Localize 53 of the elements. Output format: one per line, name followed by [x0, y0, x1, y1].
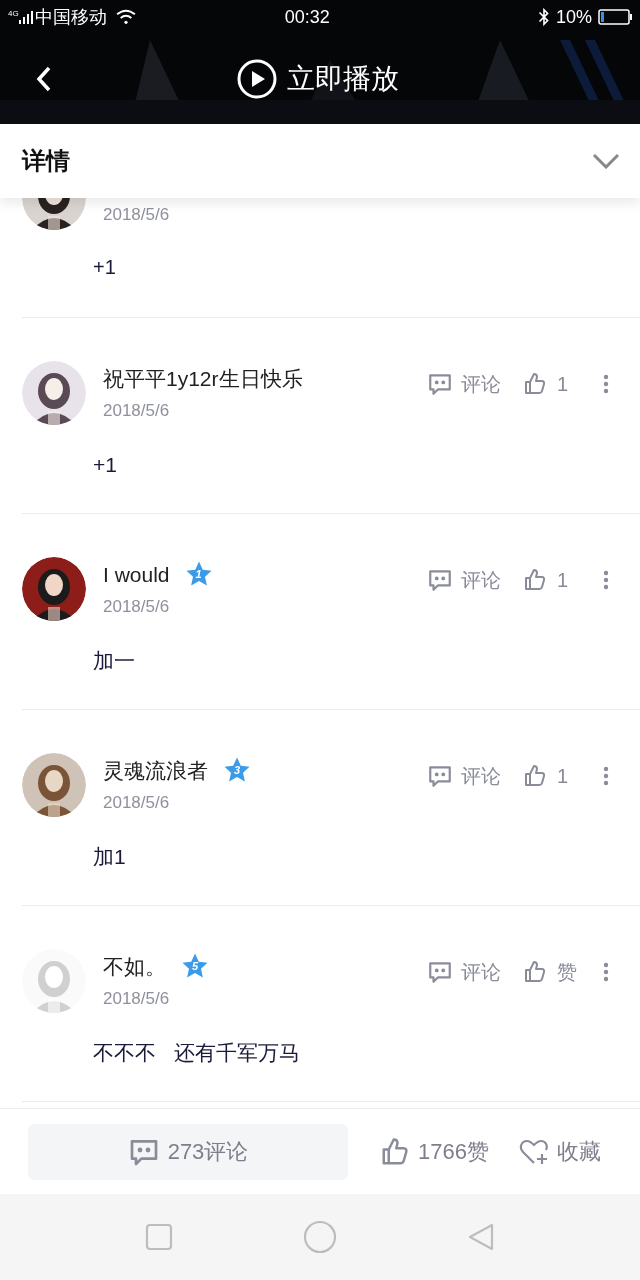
reply-button[interactable]: 评论	[427, 957, 501, 987]
favorite-button[interactable]: 收藏	[518, 1135, 601, 1168]
like-button[interactable]: 赞	[523, 957, 603, 987]
user-name[interactable]: I would	[103, 558, 170, 590]
comment-date: 2018/5/6	[103, 204, 170, 226]
comment-text: 不不不 还有千军万马	[93, 1040, 301, 1066]
more-icon[interactable]	[603, 374, 609, 394]
user-name[interactable]: 不如。	[103, 950, 166, 982]
user-name[interactable]: 祝平平1y12r生日快乐	[103, 362, 303, 394]
comment-date: 2018/5/6	[103, 792, 171, 814]
chevron-icon[interactable]	[592, 153, 620, 169]
comment-icon	[427, 567, 453, 593]
battery-percent: 10%	[555, 5, 592, 29]
comment-icon	[427, 959, 453, 985]
comments-button[interactable]: 273评论	[28, 1123, 348, 1180]
play-icon	[237, 59, 277, 99]
thumbs-up-icon	[523, 568, 547, 592]
section-title: 详情	[22, 146, 70, 176]
reply-button[interactable]: 评论	[427, 761, 501, 791]
thumbs-up-icon	[523, 372, 547, 396]
carrier-name: 中国移动	[34, 5, 107, 29]
like-button[interactable]: 1	[523, 369, 603, 399]
more-icon[interactable]	[603, 570, 609, 590]
network-type: 4G	[8, 8, 19, 20]
reply-button[interactable]: 评论	[427, 565, 501, 595]
thumbs-up-icon	[523, 960, 547, 984]
thumbs-up-icon	[523, 764, 547, 788]
recent-apps-icon[interactable]	[145, 1223, 173, 1251]
comment-date: 2018/5/6	[103, 596, 171, 618]
bluetooth-icon	[537, 8, 550, 26]
like-button[interactable]: 1	[523, 761, 603, 791]
comment-date: 2018/5/6	[103, 400, 171, 422]
play-now-button[interactable]: 立即播放	[237, 58, 399, 100]
more-icon[interactable]	[603, 766, 609, 786]
signal-icon	[18, 10, 33, 24]
comment-text: 加1	[93, 844, 127, 870]
like-button[interactable]: 1766赞	[380, 1135, 489, 1168]
wifi-icon	[114, 9, 137, 25]
battery-icon	[598, 9, 632, 25]
more-icon[interactable]	[603, 962, 609, 982]
clock: 00:32	[284, 5, 330, 29]
user-name[interactable]: 灵魂流浪者	[103, 754, 208, 786]
heart-plus-icon	[518, 1137, 549, 1166]
reply-button[interactable]: 评论	[427, 369, 501, 399]
home-icon[interactable]	[303, 1220, 337, 1254]
thumbs-up-icon	[380, 1136, 410, 1167]
comment-text: 加一	[93, 648, 136, 674]
like-button[interactable]: 1	[523, 565, 603, 595]
comment-text: +1	[93, 255, 117, 280]
comment-text: +1	[93, 452, 118, 478]
comment-icon	[427, 763, 453, 789]
comment-icon	[427, 371, 453, 397]
comment-date: 2018/5/6	[103, 988, 171, 1010]
